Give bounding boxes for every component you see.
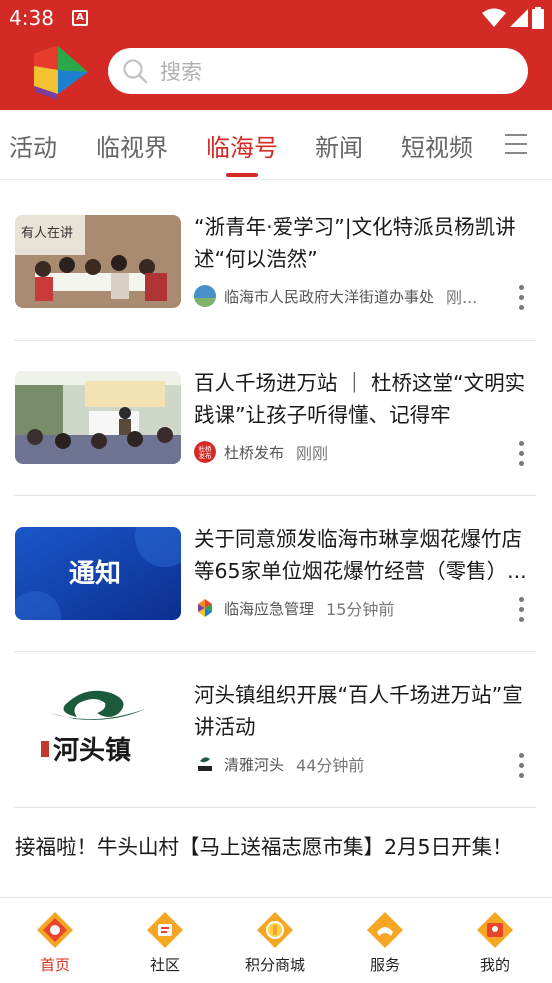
notification-icon: A	[72, 10, 88, 26]
news-time: 刚刚	[296, 444, 329, 463]
news-item[interactable]: 河头镇 河头镇组织开展“百人千场进万站”宣讲活动 清雅河头 44分钟前	[0, 683, 552, 803]
source-avatar	[194, 597, 216, 619]
news-feed: 有人在讲 “浙青年·爱学习”|文化特派员杨凯讲述“何以浩然” 临海市人民政府大洋…	[0, 181, 552, 897]
news-thumbnail: 河头镇	[15, 683, 181, 776]
home-icon	[37, 912, 73, 948]
more-options-icon[interactable]	[517, 441, 525, 471]
news-title[interactable]: 百人千场进万站 ｜ 杜桥这堂“文明实践课”让孩子听得懂、记得牢	[194, 367, 539, 431]
source-avatar	[194, 285, 216, 307]
status-time: 4:38	[9, 6, 54, 30]
divider	[14, 807, 536, 808]
tab-linhaihao[interactable]: 临海号	[206, 128, 278, 163]
menu-icon[interactable]	[505, 134, 529, 154]
search-icon	[123, 59, 148, 84]
app-header: 4:38 A 搜索	[0, 0, 552, 110]
tab-linshijie[interactable]: 临视界	[96, 128, 168, 163]
divider	[14, 340, 536, 341]
source-avatar: 杜桥 发布	[194, 441, 216, 463]
nav-profile-label: 我的	[479, 956, 510, 974]
news-time: 44分钟前	[296, 756, 365, 775]
svg-text:发布: 发布	[199, 451, 213, 460]
signal-icon	[510, 9, 528, 27]
nav-service-label: 服务	[369, 956, 400, 974]
news-time: 刚...	[446, 288, 478, 307]
news-source: 杜桥发布	[224, 443, 285, 462]
news-thumbnail: 有人在讲	[15, 215, 181, 308]
news-title[interactable]: 河头镇组织开展“百人千场进万站”宣讲活动	[194, 679, 539, 743]
nav-service[interactable]: 服务	[330, 910, 440, 975]
battery-icon	[532, 7, 544, 29]
news-meta: 清雅河头 44分钟前	[194, 752, 494, 776]
service-icon	[367, 912, 403, 948]
tab-short-video[interactable]: 短视频	[401, 128, 473, 163]
news-title[interactable]: “浙青年·爱学习”|文化特派员杨凯讲述“何以浩然”	[194, 211, 539, 275]
nav-home[interactable]: 首页	[0, 910, 110, 975]
app-logo[interactable]	[28, 44, 92, 102]
news-meta: 临海市人民政府大洋街道办事处 刚...	[194, 284, 494, 308]
tab-activity[interactable]: 活动	[9, 128, 57, 163]
news-item[interactable]: 有人在讲 “浙青年·爱学习”|文化特派员杨凯讲述“何以浩然” 临海市人民政府大洋…	[0, 215, 552, 335]
nav-points-mall[interactable]: 积分商城	[220, 910, 330, 975]
community-icon	[147, 912, 183, 948]
news-source: 临海市人民政府大洋街道办事处	[224, 287, 435, 306]
news-meta: 临海应急管理 15分钟前	[194, 596, 494, 620]
divider	[14, 495, 536, 496]
more-options-icon[interactable]	[517, 597, 525, 627]
news-thumbnail: 通知	[15, 527, 181, 620]
news-thumbnail	[15, 371, 181, 464]
bottom-navigation: 首页 社区 积分商城 服务 我的	[0, 897, 552, 983]
divider	[14, 651, 536, 652]
thumb-caption: 河头镇	[53, 736, 131, 766]
news-meta: 杜桥 发布 杜桥发布 刚刚	[194, 440, 494, 464]
news-source: 清雅河头	[224, 755, 285, 774]
nav-home-label: 首页	[39, 956, 70, 974]
news-time: 15分钟前	[326, 600, 395, 619]
status-icons	[482, 6, 544, 30]
more-options-icon[interactable]	[517, 753, 525, 783]
news-title[interactable]: 接福啦！牛头山村【马上送福志愿市集】2月5日开集！	[15, 831, 535, 864]
nav-profile[interactable]: 我的	[440, 910, 550, 975]
search-bar[interactable]: 搜索	[108, 48, 528, 94]
source-avatar	[194, 753, 216, 775]
channel-tabs: 活动 临视界 临海号 新闻 短视频	[0, 110, 552, 180]
status-bar: 4:38 A	[0, 0, 552, 38]
wifi-icon	[482, 8, 506, 27]
points-mall-icon	[257, 912, 293, 948]
nav-community[interactable]: 社区	[110, 910, 220, 975]
profile-icon	[477, 912, 513, 948]
active-tab-indicator	[226, 173, 258, 177]
nav-points-mall-label: 积分商城	[244, 956, 305, 974]
more-options-icon[interactable]	[517, 285, 525, 315]
tab-news[interactable]: 新闻	[315, 128, 363, 163]
nav-community-label: 社区	[149, 956, 180, 974]
news-item[interactable]: 通知 关于同意颁发临海市琳享烟花爆竹店等65家单位烟花爆竹经营（零售）... 临…	[0, 527, 552, 647]
news-source: 临海应急管理	[224, 599, 315, 618]
search-placeholder: 搜索	[160, 60, 202, 84]
thumb-caption: 通知	[69, 559, 121, 589]
news-title[interactable]: 关于同意颁发临海市琳享烟花爆竹店等65家单位烟花爆竹经营（零售）...	[194, 523, 539, 587]
news-item[interactable]: 百人千场进万站 ｜ 杜桥这堂“文明实践课”让孩子听得懂、记得牢 杜桥 发布 杜桥…	[0, 371, 552, 491]
thumb-caption: 有人在讲	[21, 226, 73, 241]
